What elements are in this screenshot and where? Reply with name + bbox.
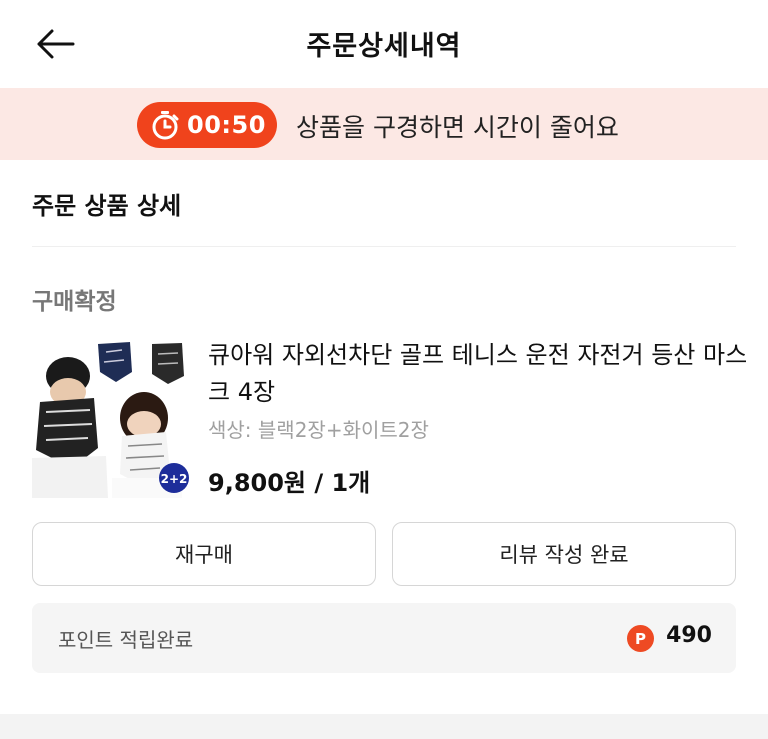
rebuy-button[interactable]: 재구매	[32, 522, 376, 586]
product-image-badge: 2+2	[161, 472, 188, 486]
page-title: 주문상세내역	[306, 31, 462, 62]
product-price: 9,800원 / 1개	[208, 469, 371, 497]
timer-countdown: 00:50	[187, 111, 266, 139]
section-title: 주문 상품 상세	[32, 192, 182, 220]
divider	[32, 246, 736, 247]
review-complete-button[interactable]: 리뷰 작성 완료	[392, 522, 736, 586]
points-box: 포인트 적립완료 P 490	[32, 603, 736, 673]
order-status: 구매확정	[32, 289, 117, 315]
section-separator	[0, 714, 768, 739]
product-option: 색상: 블랙2장+화이트2장	[208, 418, 429, 442]
timer-pill: 00:50	[137, 102, 277, 148]
product-name[interactable]: 큐아워 자외선차단 골프 테니스 운전 자전거 등산 마스크 4장	[208, 337, 748, 411]
stopwatch-icon	[152, 111, 179, 140]
product-image[interactable]: 2+2	[32, 338, 190, 498]
timer-message: 상품을 구경하면 시간이 줄어요	[296, 113, 619, 142]
points-icon: P	[627, 625, 654, 652]
header: 주문상세내역	[0, 0, 768, 88]
points-value: 490	[666, 623, 712, 648]
points-label: 포인트 적립완료	[58, 628, 194, 652]
